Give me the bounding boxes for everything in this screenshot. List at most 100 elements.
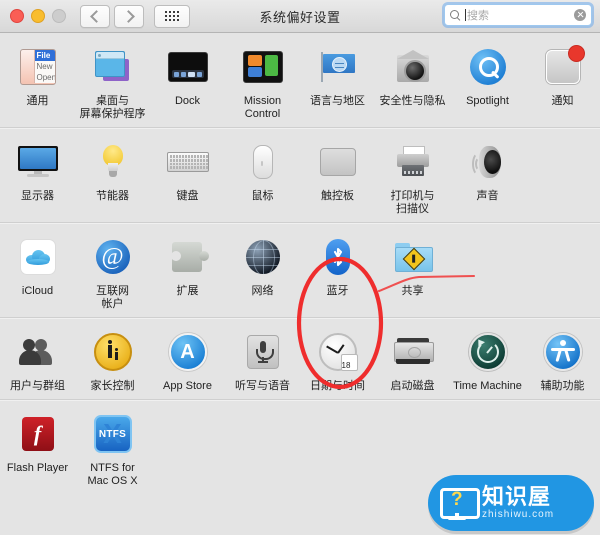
preferences-row-3: iCloud @ 互联网 帐户 扩展 网络 蓝牙 共享 [0, 223, 600, 318]
pref-item-sharing[interactable]: 共享 [375, 229, 450, 317]
close-window-button[interactable] [10, 9, 24, 23]
pref-item-bluetooth[interactable]: 蓝牙 [300, 229, 375, 317]
pref-label-line1: NTFS for [90, 462, 135, 474]
pref-label: 启动磁盘 [390, 380, 435, 392]
pref-label: 扩展 [176, 285, 199, 297]
pref-label-line1: Mission [243, 95, 282, 107]
app-store-icon: A [164, 328, 212, 376]
pref-item-mission-control[interactable]: Mission Control [225, 39, 300, 127]
search-container: 搜索 [444, 4, 592, 26]
pref-item-security-privacy[interactable]: 安全性与隐私 [375, 39, 450, 127]
energy-saver-icon [89, 138, 137, 186]
internet-accounts-icon: @ [89, 233, 137, 281]
pref-label: NTFS for Mac OS X [76, 462, 150, 488]
pref-label: Dock [174, 95, 201, 107]
show-all-button[interactable] [154, 4, 190, 28]
pref-item-date-time[interactable]: 18 日期与时间 [300, 324, 375, 399]
mouse-icon [239, 138, 287, 186]
startup-disk-icon [389, 328, 437, 376]
text-caret [465, 9, 466, 21]
chevron-left-icon [89, 9, 103, 23]
pref-label: 键盘 [176, 190, 199, 202]
keyboard-icon [164, 138, 212, 186]
pref-item-sound[interactable]: 声音 [450, 134, 525, 222]
traffic-lights [10, 9, 66, 23]
pref-item-printers-scanners[interactable]: 打印机与 扫描仪 [375, 134, 450, 222]
icloud-icon [14, 233, 62, 281]
pref-label: Spotlight [466, 95, 509, 107]
watermark-name-cn: 知识屋 [482, 484, 552, 509]
pref-label-line2: 屏幕保护程序 [79, 108, 146, 120]
pref-label: 声音 [476, 190, 499, 202]
pref-item-startup-disk[interactable]: 启动磁盘 [375, 324, 450, 399]
clear-icon[interactable] [574, 9, 586, 21]
pref-item-icloud[interactable]: iCloud [0, 229, 75, 317]
pref-label: Flash Player [6, 462, 69, 474]
displays-icon [14, 138, 62, 186]
pref-label: 通用 [26, 95, 49, 107]
search-input[interactable]: 搜索 [444, 4, 592, 26]
pref-item-time-machine[interactable]: Time Machine [450, 324, 525, 399]
pref-item-desktop-screensaver[interactable]: 桌面与 屏幕保护程序 [75, 39, 150, 127]
pref-label: Time Machine [453, 380, 522, 392]
pref-label-line1: 打印机与 [390, 190, 435, 202]
pref-item-dock[interactable]: Dock [150, 39, 225, 127]
back-button[interactable] [80, 4, 110, 28]
pref-item-trackpad[interactable]: 触控板 [300, 134, 375, 222]
pref-label: 节能器 [96, 190, 129, 202]
desktop-screensaver-icon [89, 43, 137, 91]
general-icon: File New Open [14, 43, 62, 91]
pref-item-keyboard[interactable]: 键盘 [150, 134, 225, 222]
pref-item-notifications[interactable]: 通知 [525, 39, 600, 127]
grid-icon [165, 11, 179, 21]
pref-label-line1: 互联网 [96, 285, 129, 297]
trackpad-icon [314, 138, 362, 186]
pref-label-line1: 桌面与 [96, 95, 129, 107]
preferences-row-2: 显示器 节能器 键盘 鼠标 触控板 打印机与 扫描仪 声音 [0, 128, 600, 223]
pref-item-internet-accounts[interactable]: @ 互联网 帐户 [75, 229, 150, 317]
pref-label: 语言与地区 [310, 95, 365, 107]
pref-item-general[interactable]: File New Open 通用 [0, 39, 75, 127]
pref-item-energy-saver[interactable]: 节能器 [75, 134, 150, 222]
pref-item-dictation-speech[interactable]: 听写与语音 [225, 324, 300, 399]
preferences-row-1: File New Open 通用 桌面与 屏幕保护程序 Dock Mission… [0, 33, 600, 128]
minimize-window-button[interactable] [31, 9, 45, 23]
forward-button[interactable] [114, 4, 144, 28]
pref-label: 日期与时间 [310, 380, 365, 392]
zoom-window-button[interactable] [52, 9, 66, 23]
pref-item-app-store[interactable]: A App Store [150, 324, 225, 399]
pref-item-users-groups[interactable]: 用户与群组 [0, 324, 75, 399]
pref-label: iCloud [21, 285, 54, 297]
pref-item-extensions[interactable]: 扩展 [150, 229, 225, 317]
pref-item-ntfs[interactable]: X NTFS NTFS for Mac OS X [75, 406, 150, 494]
pref-label: 蓝牙 [326, 285, 349, 297]
accessibility-icon [539, 328, 587, 376]
language-region-icon [314, 43, 362, 91]
dock-icon [164, 43, 212, 91]
pref-item-language-region[interactable]: 语言与地区 [300, 39, 375, 127]
pref-item-spotlight[interactable]: Spotlight [450, 39, 525, 127]
pref-label: 显示器 [21, 190, 54, 202]
flash-player-icon: f [14, 410, 62, 458]
pref-item-accessibility[interactable]: 辅助功能 [525, 324, 600, 399]
pref-label: 鼠标 [251, 190, 274, 202]
spotlight-icon [464, 43, 512, 91]
mission-control-icon [239, 43, 287, 91]
monitor-question-icon: ? [440, 486, 480, 520]
network-icon [239, 233, 287, 281]
pref-item-mouse[interactable]: 鼠标 [225, 134, 300, 222]
ntfs-icon: X NTFS [89, 410, 137, 458]
pref-item-network[interactable]: 网络 [225, 229, 300, 317]
date-time-icon: 18 [314, 328, 362, 376]
time-machine-icon [464, 328, 512, 376]
pref-item-parental-controls[interactable]: 家长控制 [75, 324, 150, 399]
preferences-grid: File New Open 通用 桌面与 屏幕保护程序 Dock Mission… [0, 33, 600, 535]
pref-label: 安全性与隐私 [379, 95, 446, 107]
security-privacy-icon [389, 43, 437, 91]
pref-label: 家长控制 [90, 380, 135, 392]
pref-label-line2: Mac OS X [87, 475, 138, 487]
navigation-buttons [80, 4, 144, 28]
chevron-right-icon [121, 9, 135, 23]
pref-item-flash-player[interactable]: f Flash Player [0, 406, 75, 494]
pref-item-displays[interactable]: 显示器 [0, 134, 75, 222]
